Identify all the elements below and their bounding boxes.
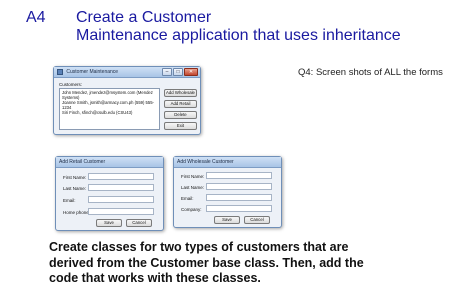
customers-listbox[interactable]: John Mendez, jmendez@msystem.com (Mendez… [59, 88, 160, 130]
home-phone-field[interactable] [88, 208, 154, 215]
first-name-label: First Name: [63, 175, 87, 180]
caption-buttons: – □ ✕ [162, 68, 198, 76]
first-name-field[interactable] [88, 173, 154, 180]
close-icon[interactable]: ✕ [184, 68, 198, 76]
add-wholesale-button[interactable]: Add Wholesale [164, 89, 197, 97]
retail-titlebar: Add Retail Customer [56, 157, 163, 168]
description-line-2: derived from the Customer base class. Th… [49, 255, 364, 270]
maximize-icon[interactable]: □ [173, 68, 183, 76]
slide-title-line-2: Maintenance application that uses inheri… [76, 27, 401, 44]
maintenance-titlebar: Customer Maintenance – □ ✕ [54, 67, 200, 78]
description-line-3: code that works with these classes. [49, 271, 261, 285]
slide-title: Create a Customer Maintenance applicatio… [76, 9, 401, 45]
wholesale-title: Add Wholesale Customer [177, 159, 234, 165]
email-field[interactable] [88, 196, 154, 203]
first-name-field[interactable] [206, 172, 272, 179]
list-item[interactable]: Siri Finch, sfinch@csulb.edu (CSU43) [62, 110, 157, 115]
minimize-icon[interactable]: – [162, 68, 172, 76]
maintenance-title: Customer Maintenance [66, 69, 119, 75]
add-retail-customer-window: Add Retail Customer First Name: Last Nam… [55, 156, 164, 231]
save-button[interactable]: Save [96, 219, 122, 227]
exit-button[interactable]: Exit [164, 122, 197, 130]
slide-code: A4 [26, 9, 46, 26]
customer-maintenance-window: Customer Maintenance – □ ✕ Customers: Jo… [53, 66, 201, 135]
wholesale-titlebar: Add Wholesale Customer [174, 157, 281, 168]
retail-title: Add Retail Customer [59, 159, 106, 165]
first-name-label: First Name: [181, 174, 205, 179]
last-name-label: Last Name: [63, 186, 87, 191]
last-name-label: Last Name: [181, 185, 205, 190]
email-field[interactable] [206, 194, 272, 201]
app-icon [57, 68, 63, 75]
save-button[interactable]: Save [214, 216, 240, 224]
cancel-button[interactable]: Cancel [244, 216, 270, 224]
screenshot-note: Q4: Screen shots of ALL the forms [298, 67, 443, 78]
company-label: Company: [181, 207, 202, 212]
last-name-field[interactable] [88, 184, 154, 191]
home-phone-label: Home phone: [63, 210, 91, 215]
customers-label: Customers: [59, 82, 83, 87]
list-item[interactable]: John Mendez, jmendez@msystem.com (Mendez… [62, 90, 157, 100]
email-label: Email: [181, 196, 194, 201]
slide-title-line-1: Create a Customer [76, 9, 212, 26]
list-item[interactable]: Joanne Smith, jsmith@armacy.com.ph (559)… [62, 100, 157, 110]
assignment-description: Create classes for two types of customer… [49, 240, 469, 287]
add-wholesale-customer-window: Add Wholesale Customer First Name: Last … [173, 156, 282, 228]
cancel-button[interactable]: Cancel [126, 219, 152, 227]
last-name-field[interactable] [206, 183, 272, 190]
company-field[interactable] [206, 205, 272, 212]
email-label: Email: [63, 198, 76, 203]
delete-button[interactable]: Delete [164, 111, 197, 119]
add-retail-button[interactable]: Add Retail [164, 100, 197, 108]
description-line-1: Create classes for two types of customer… [49, 240, 349, 254]
